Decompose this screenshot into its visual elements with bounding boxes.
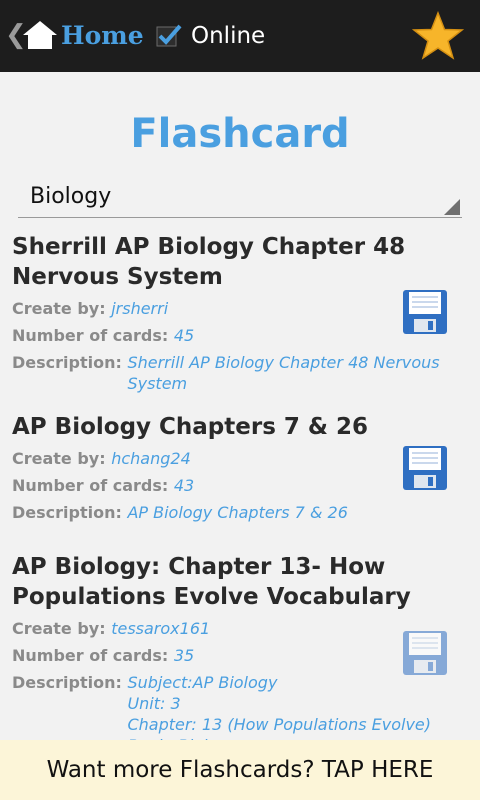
description-row: Description: AP Biology Chapters 7 & 26 <box>12 502 474 523</box>
card-count-value: 35 <box>173 646 195 665</box>
dropdown-triangle-icon <box>444 199 460 215</box>
description-row: Description: Sherrill AP Biology Chapter… <box>12 352 474 394</box>
description-label: Description: <box>12 503 128 522</box>
category-dropdown[interactable]: Biology <box>18 178 462 218</box>
flashcard-deck-list: Sherrill AP Biology Chapter 48 Nervous S… <box>12 232 474 762</box>
creator-value: jrsherri <box>111 299 169 318</box>
description-value: Sherrill AP Biology Chapter 48 Nervous S… <box>127 353 440 393</box>
top-bar: ❮ Home Online <box>0 0 480 72</box>
online-label: Online <box>191 23 266 49</box>
home-button[interactable]: Home <box>61 20 144 52</box>
home-icon[interactable] <box>22 20 58 50</box>
deck-title: AP Biology Chapters 7 & 26 <box>12 414 368 440</box>
create-by-label: Create by: <box>12 449 112 468</box>
page-title: Flashcard <box>130 111 350 157</box>
number-of-cards-label: Number of cards: <box>12 326 174 345</box>
creator-value: hchang24 <box>111 449 191 468</box>
create-by-label: Create by: <box>12 619 112 638</box>
floppy-disk-icon[interactable] <box>402 289 448 335</box>
floppy-disk-icon[interactable] <box>402 630 448 676</box>
create-by-label: Create by: <box>12 299 112 318</box>
deck-item[interactable]: AP Biology Chapters 7 & 26 Create by: hc… <box>12 412 474 552</box>
favorite-star-icon[interactable] <box>412 11 464 61</box>
card-count-value: 43 <box>173 476 195 495</box>
description-value: AP Biology Chapters 7 & 26 <box>127 503 348 522</box>
more-flashcards-banner[interactable]: Want more Flashcards? TAP HERE <box>0 740 480 800</box>
deck-item[interactable]: Sherrill AP Biology Chapter 48 Nervous S… <box>12 232 474 402</box>
online-checkbox[interactable] <box>156 24 182 48</box>
number-of-cards-label: Number of cards: <box>12 646 174 665</box>
number-of-cards-label: Number of cards: <box>12 476 174 495</box>
creator-value: tessarox161 <box>111 619 211 638</box>
card-count-value: 45 <box>173 326 195 345</box>
description-label: Description: <box>12 353 128 372</box>
deck-item[interactable]: AP Biology: Chapter 13- How Populations … <box>12 552 474 762</box>
deck-title: AP Biology: Chapter 13- How Populations … <box>12 554 411 610</box>
floppy-disk-icon[interactable] <box>402 445 448 491</box>
category-selected-value: Biology <box>30 184 112 209</box>
deck-title: Sherrill AP Biology Chapter 48 Nervous S… <box>12 234 406 290</box>
